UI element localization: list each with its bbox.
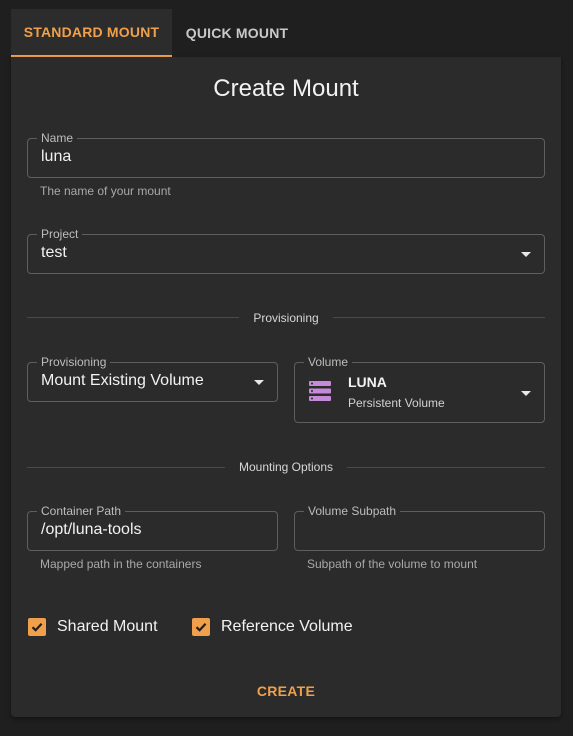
container-path-helper: Mapped path in the containers [40, 557, 202, 571]
name-field[interactable]: Name luna [27, 131, 545, 178]
provisioning-select[interactable]: Provisioning Mount Existing Volume [27, 355, 278, 402]
volume-subpath-field[interactable]: Volume Subpath [294, 504, 545, 551]
volume-select[interactable]: Volume LUNA Persistent Volume [294, 355, 545, 423]
volume-name: LUNA [348, 374, 387, 390]
volume-subpath-helper: Subpath of the volume to mount [307, 557, 478, 571]
mounting-options-divider-label: Mounting Options [11, 460, 561, 474]
checkmark-icon [28, 618, 46, 636]
project-select-value: test [41, 244, 67, 261]
tab-quick-mount[interactable]: QUICK MOUNT [172, 9, 302, 57]
project-select-label: Project [37, 227, 83, 241]
checkmark-icon [192, 618, 210, 636]
create-button[interactable]: CREATE [241, 677, 331, 705]
name-field-label: Name [37, 131, 78, 145]
provisioning-select-label: Provisioning [37, 355, 111, 369]
shared-mount-checkbox[interactable]: Shared Mount [28, 618, 158, 636]
container-path-value: /opt/luna-tools [41, 521, 142, 538]
reference-volume-label: Reference Volume [221, 618, 353, 635]
chevron-down-icon [521, 390, 531, 396]
shared-mount-label: Shared Mount [57, 618, 158, 635]
chevron-down-icon [254, 380, 264, 385]
project-select[interactable]: Project test [27, 227, 545, 274]
container-path-field[interactable]: Container Path /opt/luna-tools [27, 504, 278, 551]
name-field-value: luna [41, 148, 72, 165]
provisioning-divider-label: Provisioning [11, 311, 561, 325]
storage-icon [309, 381, 331, 401]
page-title: Create Mount [213, 75, 359, 102]
container-path-label: Container Path [37, 504, 126, 518]
provisioning-select-value: Mount Existing Volume [41, 372, 204, 389]
volume-select-label: Volume [304, 355, 353, 369]
chevron-down-icon [521, 252, 531, 257]
name-helper-text: The name of your mount [40, 184, 171, 198]
volume-type: Persistent Volume [348, 396, 445, 410]
create-mount-card: Create Mount Name luna The name of your … [11, 57, 561, 717]
volume-subpath-label: Volume Subpath [304, 504, 401, 518]
mount-tabs: STANDARD MOUNT QUICK MOUNT [11, 9, 302, 57]
reference-volume-checkbox[interactable]: Reference Volume [192, 618, 353, 636]
tab-standard-mount[interactable]: STANDARD MOUNT [11, 9, 172, 57]
